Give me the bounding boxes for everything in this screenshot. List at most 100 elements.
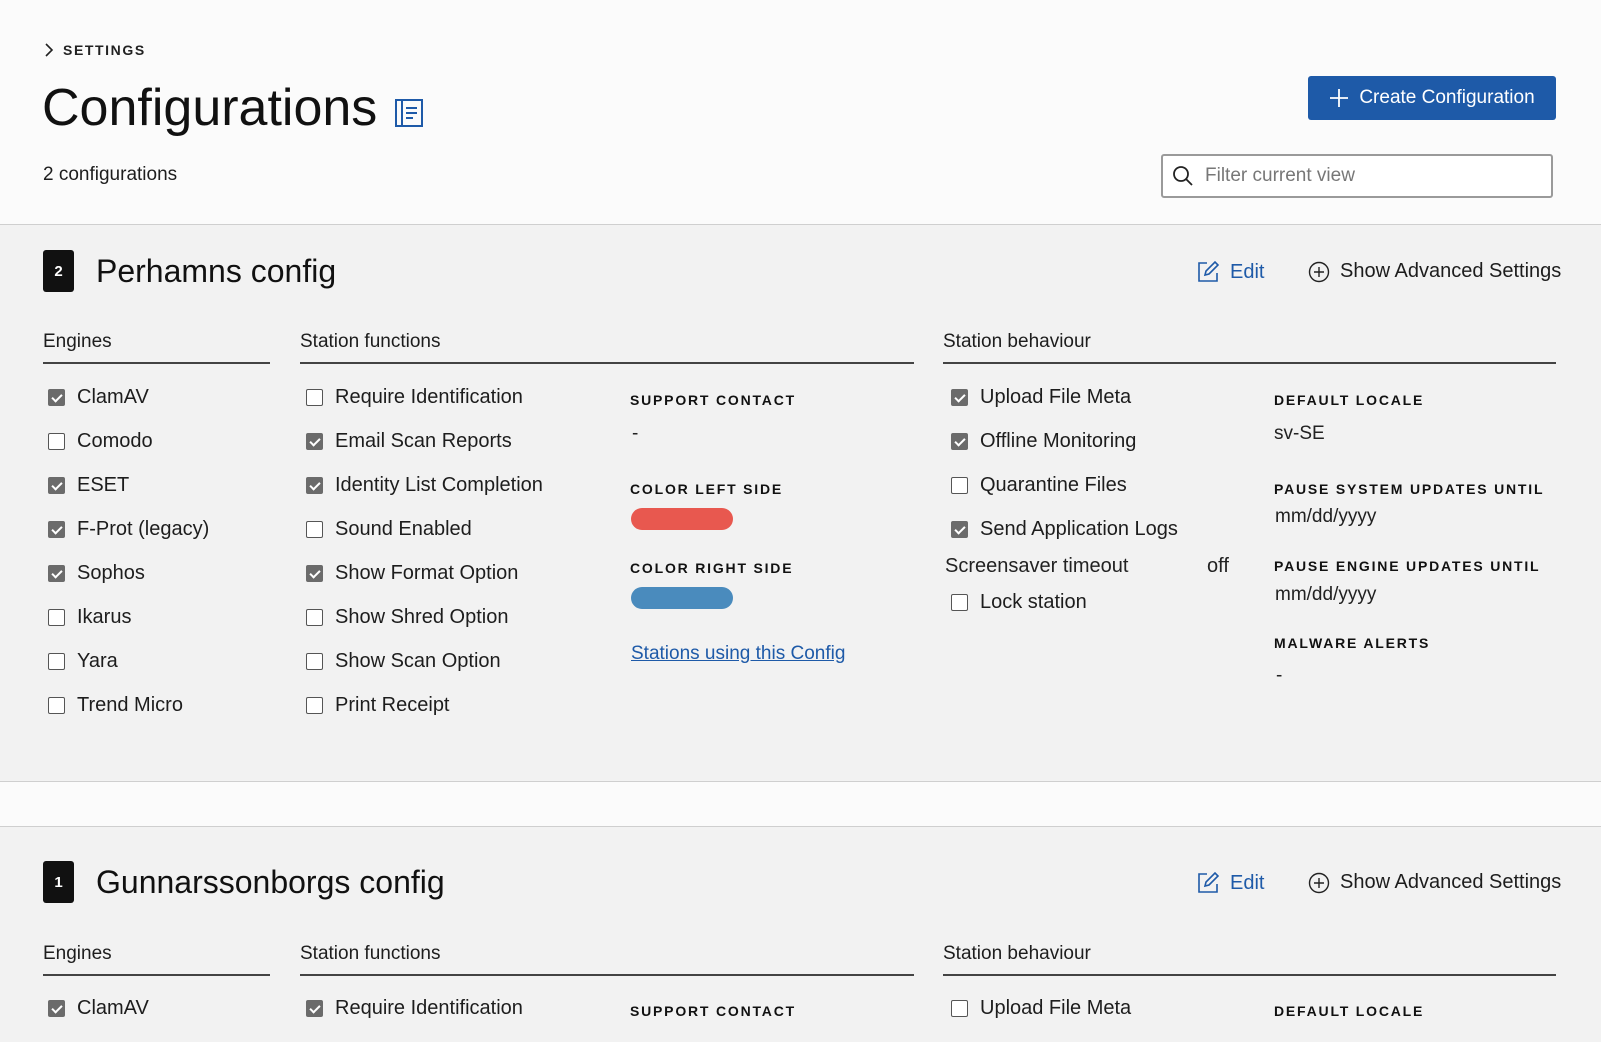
engine-checkbox-sophos[interactable]: Sophos <box>48 562 145 585</box>
checkbox[interactable] <box>306 477 323 494</box>
default-locale-value: sv-SE <box>1274 423 1325 444</box>
search-icon <box>1173 166 1193 186</box>
checkbox[interactable] <box>48 433 65 450</box>
behaviour-checkbox-send-application-logs[interactable]: Send Application Logs <box>951 518 1178 541</box>
checkbox[interactable] <box>48 389 65 406</box>
engine-checkbox-comodo[interactable]: Comodo <box>48 430 153 453</box>
checkbox[interactable] <box>306 653 323 670</box>
checkbox[interactable] <box>306 389 323 406</box>
show-advanced-settings-label: Show Advanced Settings <box>1340 871 1562 893</box>
engine-checkbox-trend-micro[interactable]: Trend Micro <box>48 694 183 717</box>
checkbox[interactable] <box>306 609 323 626</box>
station-behaviour-heading: Station behaviour <box>943 943 1556 976</box>
config-card: 1 Gunnarssonborgs config Edit Show Advan… <box>0 826 1601 1042</box>
function-checkbox-print-receipt[interactable]: Print Receipt <box>306 694 450 717</box>
behaviour-checkbox-upload-file-meta[interactable]: Upload File Meta <box>951 386 1131 409</box>
checkbox[interactable] <box>951 389 968 406</box>
support-contact-label: SUPPORT CONTACT <box>630 392 796 408</box>
checkbox[interactable] <box>48 477 65 494</box>
behaviour-checkbox-quarantine-files[interactable]: Quarantine Files <box>951 474 1127 497</box>
checkbox[interactable] <box>951 477 968 494</box>
engines-heading: Engines <box>43 943 270 976</box>
checkbox[interactable] <box>306 521 323 538</box>
checkbox[interactable] <box>951 1000 968 1017</box>
checkbox[interactable] <box>48 609 65 626</box>
breadcrumb[interactable]: SETTINGS <box>43 42 146 58</box>
config-name: Perhamns config <box>96 253 337 289</box>
show-advanced-settings-label: Show Advanced Settings <box>1340 260 1562 282</box>
function-label: Show Scan Option <box>335 650 501 672</box>
checkbox[interactable] <box>951 521 968 538</box>
engine-label: ClamAV <box>77 386 149 408</box>
checkbox[interactable] <box>48 565 65 582</box>
function-checkbox-identity-list-completion[interactable]: Identity List Completion <box>306 474 543 497</box>
edit-button[interactable]: Edit <box>1196 260 1264 284</box>
station-functions-heading: Station functions <box>300 943 914 976</box>
checkbox[interactable] <box>306 1000 323 1017</box>
edit-label: Edit <box>1230 871 1265 894</box>
screensaver-timeout-label: Screensaver timeout <box>945 555 1129 577</box>
function-checkbox-email-scan-reports[interactable]: Email Scan Reports <box>306 430 512 453</box>
engine-label: Trend Micro <box>77 694 183 716</box>
checkbox[interactable] <box>48 521 65 538</box>
function-label: Show Shred Option <box>335 606 509 628</box>
pause-engine-updates-label: PAUSE ENGINE UPDATES UNTIL <box>1274 558 1541 574</box>
config-number-badge: 2 <box>43 250 74 292</box>
edit-icon <box>1198 260 1220 282</box>
checkbox[interactable] <box>48 697 65 714</box>
screensaver-timeout-value[interactable]: off <box>1207 555 1229 578</box>
engine-label: ESET <box>77 474 130 496</box>
pause-engine-updates-value: mm/dd/yyyy <box>1275 584 1377 605</box>
behaviour-checkbox-upload-file-meta[interactable]: Upload File Meta <box>951 997 1131 1020</box>
default-locale-label: DEFAULT LOCALE <box>1274 1003 1425 1019</box>
engine-checkbox-f-prot[interactable]: F-Prot (legacy) <box>48 518 209 541</box>
engine-checkbox-clamav[interactable]: ClamAV <box>48 386 149 409</box>
color-left-swatch[interactable] <box>631 508 733 530</box>
checkbox[interactable] <box>306 565 323 582</box>
checkbox[interactable] <box>48 653 65 670</box>
function-label: Sound Enabled <box>335 518 472 540</box>
malware-alerts-label: MALWARE ALERTS <box>1274 635 1431 651</box>
plus-circle-icon <box>1308 872 1330 893</box>
default-locale-label: DEFAULT LOCALE <box>1274 392 1425 408</box>
behaviour-checkbox-offline-monitoring[interactable]: Offline Monitoring <box>951 430 1136 453</box>
station-behaviour-heading: Station behaviour <box>943 331 1556 364</box>
engine-checkbox-yara[interactable]: Yara <box>48 650 118 673</box>
engine-label: ClamAV <box>77 997 149 1019</box>
function-checkbox-sound-enabled[interactable]: Sound Enabled <box>306 518 472 541</box>
engine-label: Sophos <box>77 562 145 584</box>
station-functions-heading: Station functions <box>300 331 914 364</box>
checkbox[interactable] <box>951 594 968 611</box>
show-advanced-settings-button[interactable]: Show Advanced Settings <box>1308 871 1561 894</box>
filter-box <box>1161 154 1553 198</box>
function-checkbox-show-scan-option[interactable]: Show Scan Option <box>306 650 501 673</box>
create-configuration-button[interactable]: Create Configuration <box>1308 76 1556 120</box>
config-number-badge: 1 <box>43 861 74 903</box>
color-right-side-label: COLOR RIGHT SIDE <box>630 560 794 576</box>
behaviour-label: Offline Monitoring <box>980 430 1137 452</box>
behaviour-label: Lock station <box>980 591 1087 613</box>
malware-alerts-value: - <box>1276 665 1283 686</box>
checkbox[interactable] <box>306 433 323 450</box>
checkbox[interactable] <box>306 697 323 714</box>
function-checkbox-show-shred-option[interactable]: Show Shred Option <box>306 606 508 629</box>
engine-checkbox-eset[interactable]: ESET <box>48 474 129 497</box>
color-right-swatch[interactable] <box>631 587 733 609</box>
breadcrumb-settings[interactable]: SETTINGS <box>63 42 146 58</box>
engine-checkbox-ikarus[interactable]: Ikarus <box>48 606 131 629</box>
checkbox[interactable] <box>48 1000 65 1017</box>
engine-checkbox-clamav[interactable]: ClamAV <box>48 997 149 1020</box>
filter-input[interactable] <box>1203 164 1537 188</box>
pause-system-updates-label: PAUSE SYSTEM UPDATES UNTIL <box>1274 481 1545 497</box>
function-label: Identity List Completion <box>335 474 543 496</box>
edit-button[interactable]: Edit <box>1196 871 1264 895</box>
show-advanced-settings-button[interactable]: Show Advanced Settings <box>1308 260 1561 283</box>
checkbox[interactable] <box>951 433 968 450</box>
documentation-icon[interactable] <box>393 97 425 129</box>
behaviour-label: Upload File Meta <box>980 997 1132 1019</box>
stations-using-config-link[interactable]: Stations using this Config <box>631 643 845 665</box>
function-checkbox-show-format-option[interactable]: Show Format Option <box>306 562 518 585</box>
function-checkbox-require-identification[interactable]: Require Identification <box>306 386 523 409</box>
behaviour-checkbox-lock-station[interactable]: Lock station <box>951 591 1087 614</box>
function-checkbox-require-identification[interactable]: Require Identification <box>306 997 523 1020</box>
